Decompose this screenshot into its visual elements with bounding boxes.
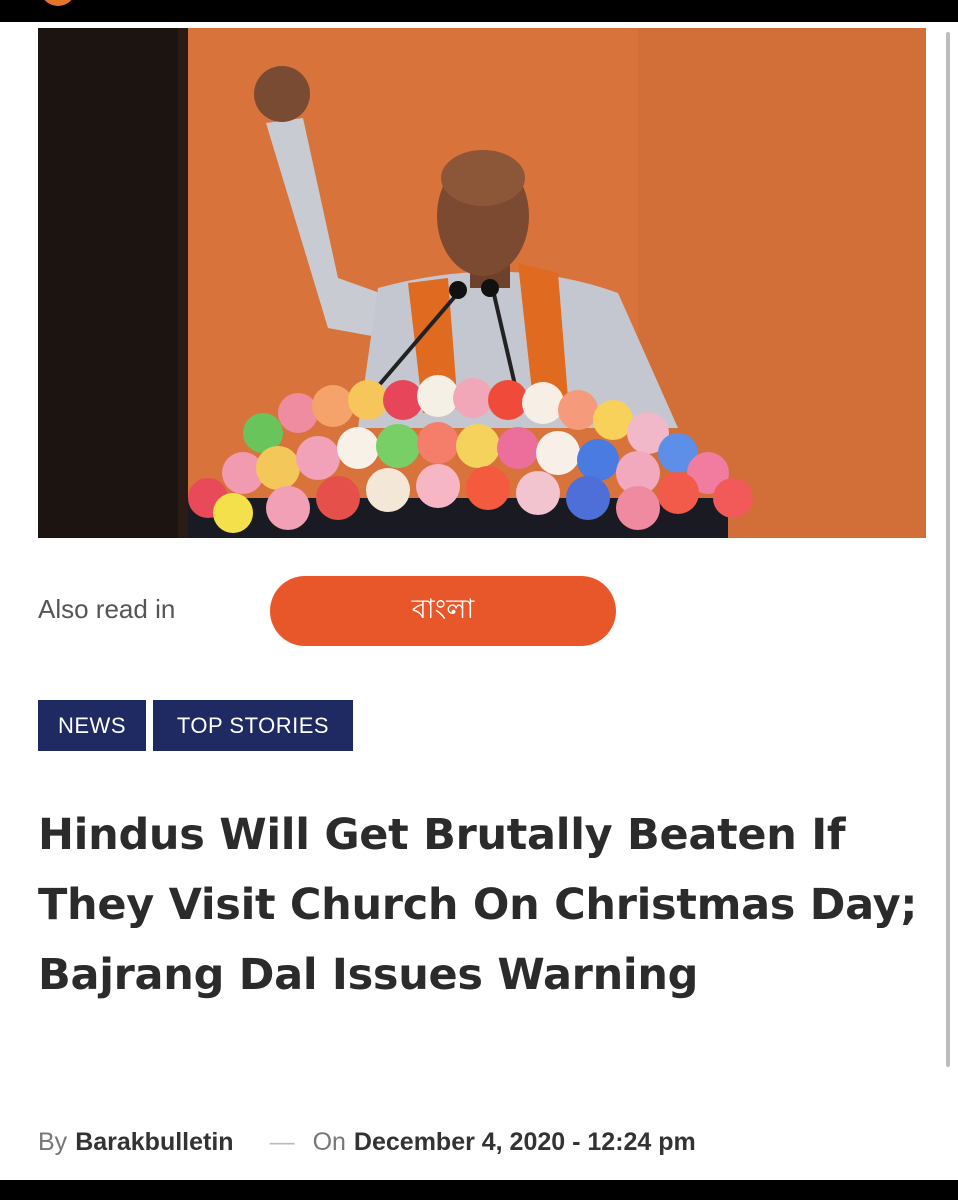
bangla-language-button[interactable]: বাংলা bbox=[270, 576, 616, 646]
bottom-black-bar bbox=[0, 1180, 958, 1200]
also-read-label: Also read in bbox=[38, 594, 176, 624]
author-link[interactable]: Barakbulletin bbox=[75, 1128, 233, 1157]
by-label: By bbox=[38, 1128, 68, 1156]
byline-separator: — bbox=[269, 1128, 295, 1156]
category-tag-news[interactable]: NEWS bbox=[38, 700, 146, 751]
hero-image bbox=[38, 28, 926, 538]
publish-date: December 4, 2020 - 12:24 pm bbox=[353, 1128, 696, 1156]
profile-avatar-edge bbox=[40, 0, 76, 6]
top-black-bar bbox=[0, 0, 958, 22]
category-tag-top-stories[interactable]: TOP STORIES bbox=[153, 700, 353, 751]
article-headline: Hindus Will Get Brutally Beaten If They … bbox=[38, 810, 918, 1000]
on-label: On bbox=[312, 1128, 346, 1156]
article-page: Also read in বাংলা NEWS TOP STORIES Hind… bbox=[0, 22, 958, 1180]
scrollbar[interactable] bbox=[946, 32, 950, 1067]
hero-photo-illustration bbox=[38, 28, 926, 538]
article-byline: By Barakbulletin — On December 4, 2020 -… bbox=[38, 1128, 696, 1157]
